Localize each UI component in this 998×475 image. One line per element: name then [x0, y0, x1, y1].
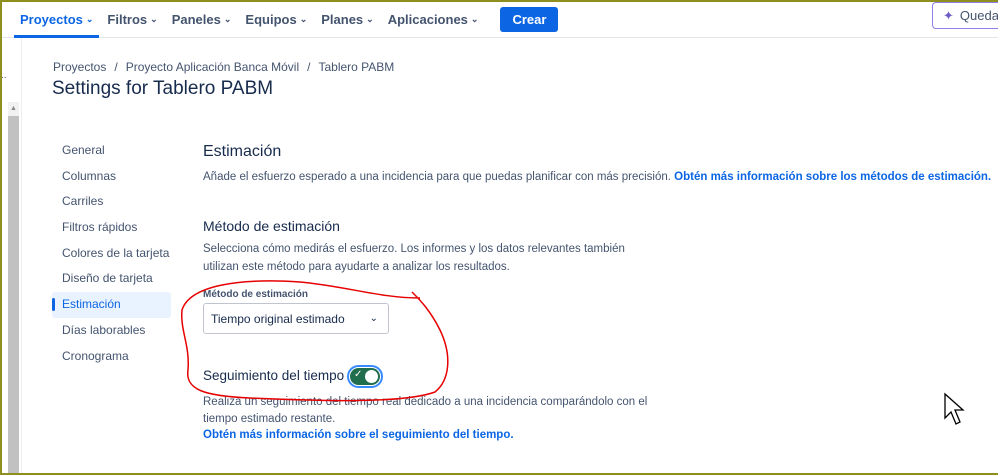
red-annotation-circle — [181, 280, 965, 425]
mouse-cursor-icon — [944, 392, 965, 425]
